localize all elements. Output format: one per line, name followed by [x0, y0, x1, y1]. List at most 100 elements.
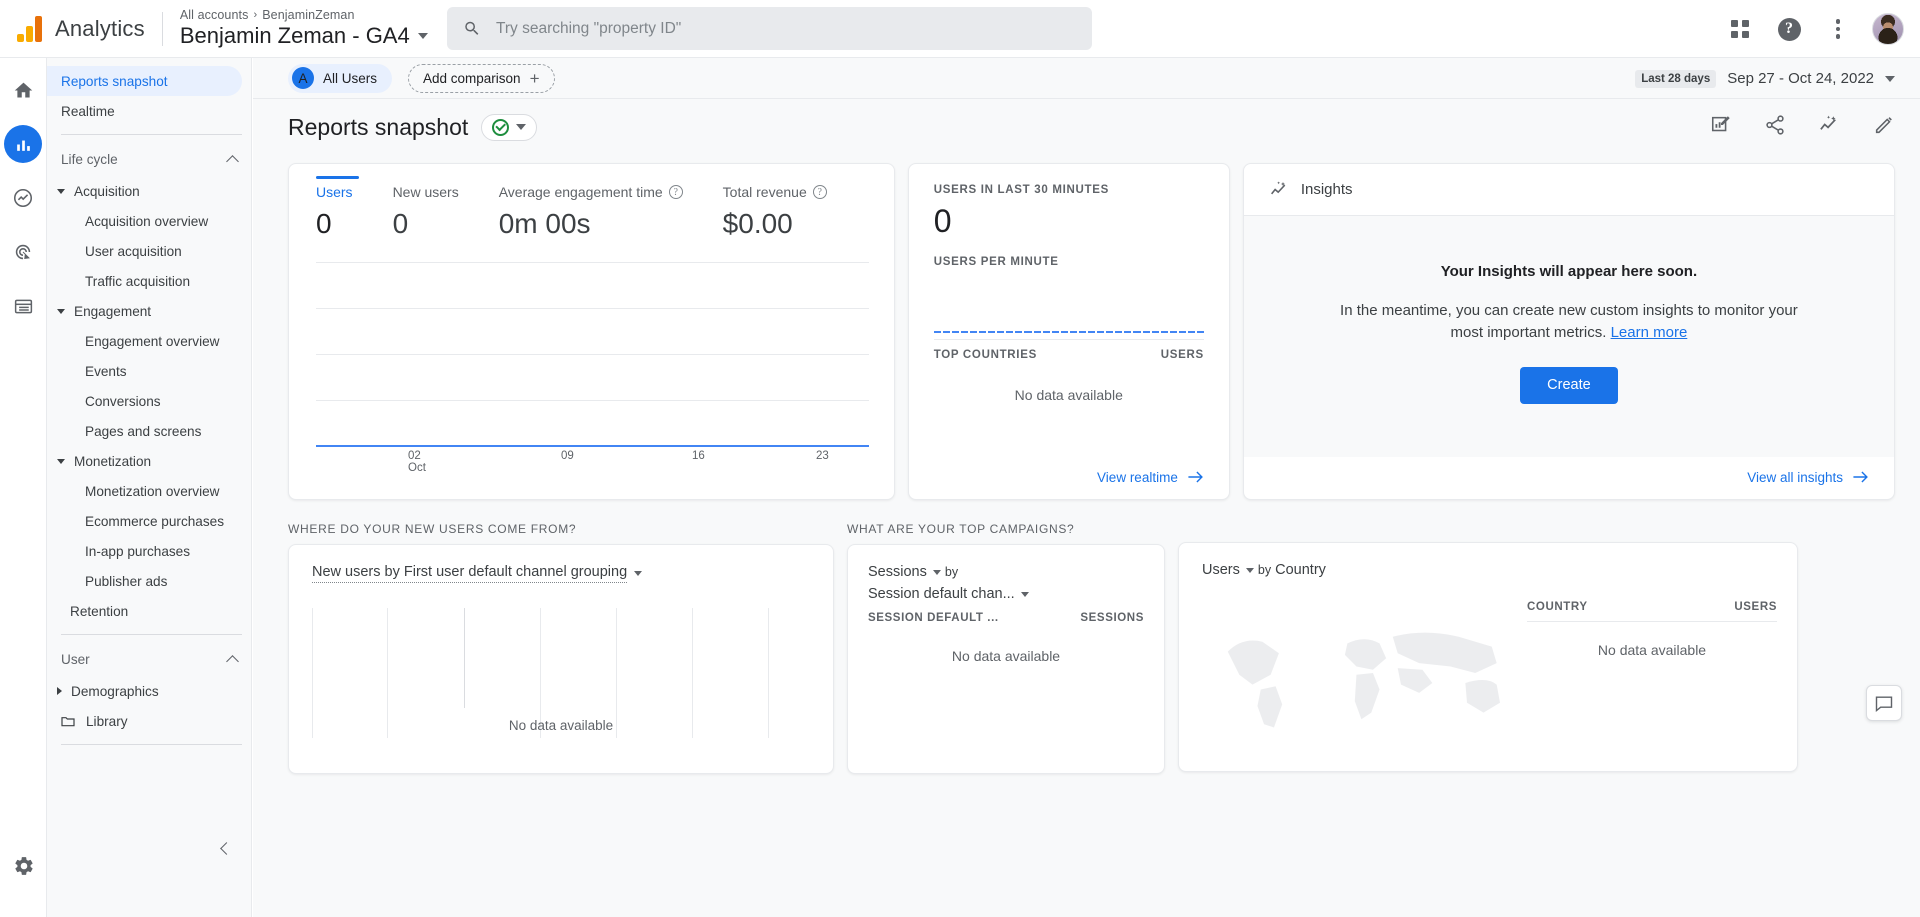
- metric-tab-new-users[interactable]: New users 0: [393, 184, 499, 240]
- account-selector[interactable]: All accounts › BenjaminZeman Benjamin Ze…: [180, 8, 428, 49]
- view-all-insights-link[interactable]: View all insights: [1747, 470, 1869, 485]
- help-icon[interactable]: ?: [668, 185, 683, 199]
- chevron-down-icon[interactable]: [417, 33, 428, 39]
- sidebar-group-label: User: [61, 652, 90, 667]
- x-tick-2: 16: [692, 450, 705, 462]
- metric-selector[interactable]: Sessions: [868, 562, 941, 584]
- realtime-value: 0: [933, 203, 952, 239]
- countries-table-head: COUNTRY USERS: [1527, 601, 1777, 622]
- sidebar-item-acquisition-overview[interactable]: Acquisition overview: [47, 206, 251, 236]
- metric-tab-total-revenue[interactable]: Total revenue ? $0.00: [723, 184, 867, 240]
- sidebar-item-monetization-overview[interactable]: Monetization overview: [47, 476, 251, 506]
- metric-label: New users: [392, 184, 459, 200]
- collapse-sidebar-button[interactable]: [212, 835, 238, 861]
- all-users-chip[interactable]: A All Users: [288, 63, 393, 93]
- chart-zero-line: [316, 444, 869, 447]
- breadcrumb-separator-icon: ›: [253, 9, 258, 21]
- chevron-down-icon[interactable]: [634, 571, 643, 576]
- insights-card-header: Insights: [1243, 164, 1894, 216]
- insights-icon[interactable]: [1818, 113, 1841, 141]
- rail-item-home[interactable]: [4, 71, 42, 109]
- sidebar-item-label: Publisher ads: [85, 573, 168, 589]
- rail-item-reports[interactable]: [4, 125, 42, 163]
- chevron-up-icon[interactable]: [226, 654, 239, 668]
- sidebar-item-conversions[interactable]: Conversions: [47, 386, 251, 416]
- help-icon[interactable]: ?: [1774, 14, 1804, 44]
- chevron-down-icon[interactable]: [1885, 75, 1895, 82]
- sidebar-item-publisher-ads[interactable]: Publisher ads: [47, 566, 251, 596]
- triangle-right-icon: [57, 687, 62, 695]
- status-badge[interactable]: [481, 113, 538, 141]
- column-header-dimension: SESSION DEFAULT ...: [868, 611, 999, 624]
- chevron-down-icon[interactable]: [932, 570, 941, 576]
- sidebar-item-reports-snapshot[interactable]: Reports snapshot: [47, 66, 242, 96]
- gear-icon[interactable]: [5, 847, 43, 885]
- add-comparison-button[interactable]: Add comparison +: [408, 63, 555, 93]
- rail-item-configure[interactable]: [4, 287, 42, 325]
- more-vert-icon[interactable]: [1823, 14, 1853, 44]
- sidebar-item-traffic-acquisition[interactable]: Traffic acquisition: [47, 266, 251, 296]
- sidebar-item-ecommerce-purchases[interactable]: Ecommerce purchases: [47, 506, 251, 536]
- help-icon[interactable]: ?: [812, 185, 827, 199]
- edit-report-icon[interactable]: [1710, 114, 1732, 141]
- feedback-button[interactable]: [1866, 685, 1902, 721]
- metric-label: Average engagement time: [498, 184, 663, 200]
- active-metric-underline: [316, 176, 359, 179]
- sidebar-group-life-cycle[interactable]: Life cycle: [47, 143, 251, 176]
- sidebar-group-user[interactable]: User: [47, 643, 251, 676]
- chevron-down-icon[interactable]: [1020, 592, 1029, 598]
- sidebar-item-engagement-overview[interactable]: Engagement overview: [47, 326, 251, 356]
- new-users-card-title[interactable]: New users by First user default channel …: [289, 545, 833, 583]
- rail-item-advertising[interactable]: [4, 233, 42, 271]
- share-icon[interactable]: [1764, 114, 1786, 141]
- sidebar-item-events[interactable]: Events: [47, 356, 251, 386]
- chevron-down-icon[interactable]: [1245, 568, 1254, 574]
- sidebar-item-label: User acquisition: [85, 243, 182, 259]
- campaigns-card-title: Sessions by Session default chan...: [848, 545, 1164, 606]
- comparison-toolbar: A All Users Add comparison + Last 28 day…: [253, 58, 1920, 99]
- search-icon: [465, 21, 479, 35]
- sidebar-item-engagement[interactable]: Engagement: [47, 296, 251, 326]
- learn-more-link[interactable]: Learn more: [1611, 324, 1688, 341]
- metric-selector[interactable]: Users: [1202, 560, 1254, 582]
- breadcrumb: All accounts › BenjaminZeman: [180, 8, 428, 22]
- chevron-down-icon[interactable]: [516, 124, 527, 130]
- property-name[interactable]: Benjamin Zeman - GA4: [180, 23, 428, 49]
- sidebar-item-acquisition[interactable]: Acquisition: [47, 176, 251, 206]
- sidebar-item-in-app-purchases[interactable]: In-app purchases: [47, 536, 251, 566]
- page-title: Reports snapshot: [288, 113, 469, 140]
- create-insight-button[interactable]: Create: [1519, 366, 1618, 404]
- view-realtime-link[interactable]: View realtime: [1097, 470, 1204, 485]
- sidebar-item-monetization[interactable]: Monetization: [47, 446, 251, 476]
- search-input[interactable]: [495, 19, 1076, 38]
- sidebar-item-pages-and-screens[interactable]: Pages and screens: [47, 416, 251, 446]
- metric-tab-avg-engagement-time[interactable]: Average engagement time ? 0m 00s: [499, 184, 723, 240]
- rail-item-explore[interactable]: [4, 179, 42, 217]
- main-content: A All Users Add comparison + Last 28 day…: [253, 58, 1920, 917]
- link-label: View realtime: [1097, 469, 1178, 485]
- avatar[interactable]: [1872, 13, 1904, 45]
- sidebar-item-label: Acquisition overview: [85, 213, 209, 229]
- dimension-selector[interactable]: Session default chan...: [868, 584, 1029, 606]
- sidebar-item-realtime[interactable]: Realtime: [47, 96, 251, 126]
- sidebar-divider: [61, 634, 242, 635]
- advertising-icon: [15, 244, 31, 260]
- sidebar-item-label: Pages and screens: [85, 423, 202, 439]
- chevron-up-icon[interactable]: [226, 154, 239, 168]
- metric-value: 0m 00s: [498, 208, 591, 239]
- apps-grid-icon[interactable]: [1725, 14, 1755, 44]
- arrow-right-icon: [1853, 471, 1868, 483]
- sidebar-item-retention[interactable]: Retention: [47, 596, 251, 626]
- add-comparison-label: Add comparison: [423, 70, 521, 86]
- sidebar-item-demographics[interactable]: Demographics: [47, 676, 251, 706]
- sidebar-item-label: Traffic acquisition: [85, 273, 191, 289]
- metric-tab-users[interactable]: Users 0: [316, 184, 393, 240]
- sidebar-item-label: Reports snapshot: [61, 73, 168, 89]
- pencil-icon[interactable]: [1873, 114, 1895, 141]
- search-bar[interactable]: [447, 7, 1092, 50]
- sidebar-item-library[interactable]: Library: [47, 706, 251, 736]
- explore-icon: [13, 188, 33, 208]
- sidebar-item-label: Conversions: [85, 393, 161, 409]
- sidebar-item-user-acquisition[interactable]: User acquisition: [47, 236, 251, 266]
- date-range-picker[interactable]: Last 28 days Sep 27 - Oct 24, 2022: [1635, 58, 1895, 99]
